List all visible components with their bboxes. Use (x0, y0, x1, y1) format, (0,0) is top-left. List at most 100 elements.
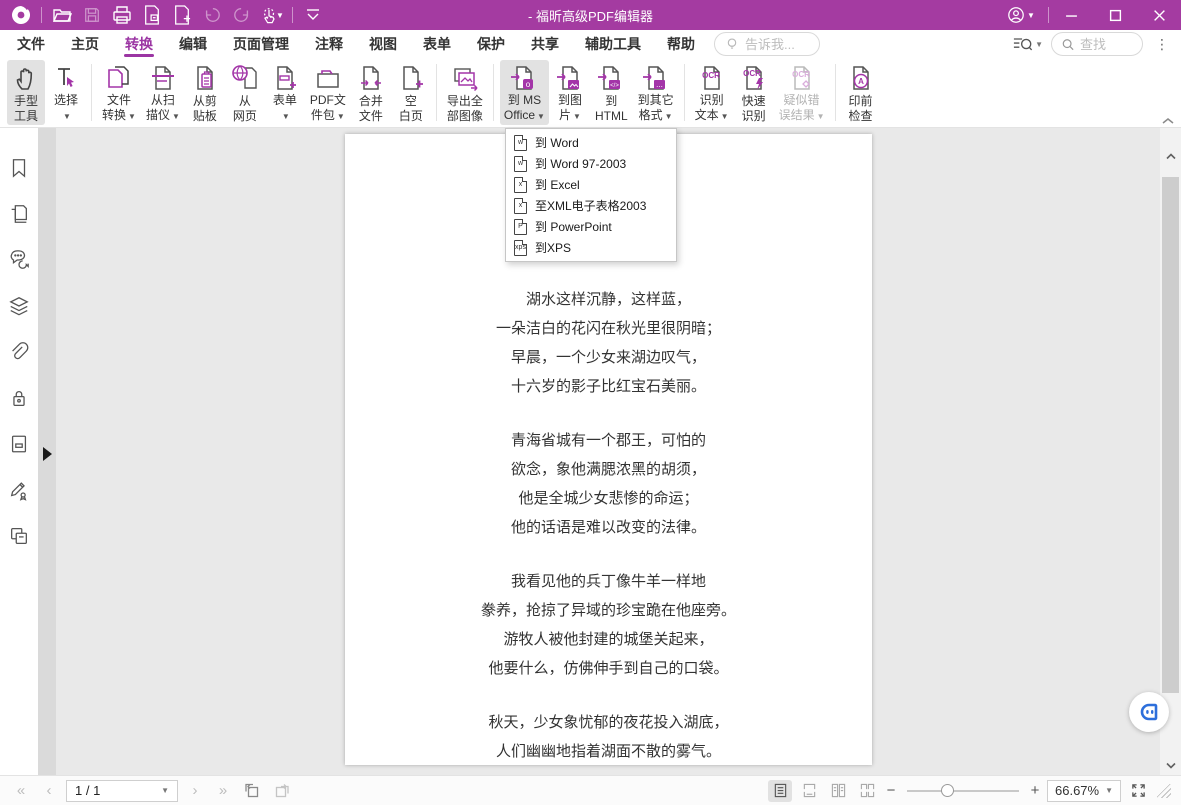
menu-item-到-PowerPoint[interactable]: P 到 PowerPoint (506, 216, 676, 237)
to-ms-office-button[interactable]: o 到 MS Office▼ (500, 60, 549, 125)
vertical-scrollbar[interactable] (1160, 128, 1181, 775)
tab-edit[interactable]: 编辑 (166, 30, 220, 58)
to-image-button[interactable]: 到图 片▼ (551, 60, 589, 125)
find-box[interactable] (1051, 32, 1143, 56)
prev-view-icon[interactable] (240, 780, 264, 802)
document-plus-icon[interactable] (169, 3, 195, 27)
to-other-button[interactable]: ... 到其它 格式▼ (634, 60, 678, 125)
blank-page-button[interactable]: 空 白页 (392, 60, 430, 125)
menu-item-到-Word[interactable]: w 到 Word (506, 132, 676, 153)
tab-view[interactable]: 视图 (356, 30, 410, 58)
collapse-ribbon-icon[interactable] (1159, 114, 1177, 128)
undo-icon[interactable] (199, 3, 225, 27)
first-page-icon[interactable]: « (10, 782, 32, 799)
fit-screen-icon[interactable] (1126, 780, 1150, 802)
account-icon[interactable]: ▼ (994, 0, 1048, 30)
svg-text:o: o (526, 80, 531, 89)
hand-tool-button[interactable]: 手型 工具 (7, 60, 45, 125)
blank-page-icon (397, 62, 425, 94)
toolbar-separator (292, 7, 293, 23)
tab-form[interactable]: 表单 (410, 30, 464, 58)
more-options-icon[interactable]: ⋮ (1151, 36, 1173, 53)
single-page-view-icon[interactable] (768, 780, 792, 802)
from-web-button[interactable]: 从 网页 (226, 60, 264, 125)
page-number-combobox[interactable]: 1 / 1 ▼ (66, 780, 178, 802)
document-minus-icon[interactable] (139, 3, 165, 27)
zoom-slider-handle[interactable] (941, 784, 954, 797)
security-icon[interactable] (7, 386, 31, 410)
pdf-portfolio-button[interactable]: PDF文 件包▼ (306, 60, 350, 125)
tab-organize[interactable]: 页面管理 (220, 30, 302, 58)
tab-home[interactable]: 主页 (58, 30, 112, 58)
svg-text:A: A (858, 77, 864, 86)
ai-assistant-button[interactable] (1129, 692, 1169, 732)
search-options-icon[interactable]: ▼ (1013, 36, 1043, 52)
form-icon (271, 62, 299, 93)
scroll-down-icon[interactable] (1160, 755, 1181, 775)
select-button[interactable]: 选择 ▼ (47, 60, 85, 125)
tab-protect[interactable]: 保护 (464, 30, 518, 58)
page-thumbnails-icon[interactable] (7, 202, 31, 226)
prev-page-icon[interactable]: ‹ (38, 782, 60, 799)
find-input[interactable] (1080, 37, 1132, 52)
tell-me-box[interactable] (714, 32, 820, 56)
resize-grip[interactable] (1157, 784, 1171, 798)
combine-files-button[interactable]: 合并 文件 (352, 60, 390, 125)
zoom-slider[interactable] (907, 790, 1019, 792)
bookmark-icon[interactable] (7, 156, 31, 180)
next-view-icon[interactable] (270, 780, 294, 802)
menu-item-至XML电子表格2003[interactable]: x 至XML电子表格2003 (506, 195, 676, 216)
ocr-text-button[interactable]: OCR 识别 文本▼ (691, 60, 733, 125)
scrollbar-thumb[interactable] (1162, 177, 1179, 693)
menu-item-到-Excel[interactable]: x 到 Excel (506, 174, 676, 195)
word-file-icon: w (514, 135, 527, 151)
menu-item-到XPS[interactable]: xps 到XPS (506, 237, 676, 258)
signature-icon[interactable] (7, 478, 31, 502)
tab-accessibility[interactable]: 辅助工具 (572, 30, 654, 58)
tab-convert[interactable]: 转换 (112, 30, 166, 58)
zoom-level-combobox[interactable]: 66.67% ▼ (1047, 780, 1121, 802)
file-convert-button[interactable]: 文件 转换▼ (98, 60, 140, 125)
menu-item-到-Word-97-2003[interactable]: w 到 Word 97-2003 (506, 153, 676, 174)
scroll-up-icon[interactable] (1160, 146, 1181, 166)
open-folder-icon[interactable] (49, 3, 75, 27)
ocr-quick-button[interactable]: OCR 快速 识别 (735, 60, 773, 125)
tab-file[interactable]: 文件 (4, 30, 58, 58)
tab-help[interactable]: 帮助 (654, 30, 708, 58)
zoom-out-icon[interactable]: − (884, 782, 898, 799)
tab-share[interactable]: 共享 (518, 30, 572, 58)
to-html-button[interactable]: </> 到 HTML (591, 60, 632, 125)
redo-icon[interactable] (229, 3, 255, 27)
file-convert-icon (105, 62, 133, 93)
continuous-view-icon[interactable] (797, 780, 821, 802)
comments-icon[interactable] (7, 248, 31, 272)
last-page-icon[interactable]: » (212, 782, 234, 799)
tell-me-input[interactable] (745, 37, 809, 52)
facing-view-icon[interactable] (826, 780, 850, 802)
destinations-icon[interactable] (7, 524, 31, 548)
form-fields-icon[interactable] (7, 432, 31, 456)
bulb-icon (725, 37, 739, 51)
to-office-icon: o (510, 62, 538, 93)
tab-comment[interactable]: 注释 (302, 30, 356, 58)
touch-mode-icon[interactable]: ▼ (259, 3, 285, 27)
preflight-button[interactable]: A 印前 检查 (842, 60, 880, 125)
maximize-icon[interactable] (1093, 0, 1137, 30)
zoom-in-icon[interactable]: + (1028, 782, 1042, 799)
expand-panel-handle[interactable] (43, 447, 52, 461)
form-btn-button[interactable]: 表单 ▼ (266, 60, 304, 125)
minimize-icon[interactable] (1049, 0, 1093, 30)
poem-stanza: 我看见他的兵丁像牛羊一样地豢养，抢掠了异域的珍宝跪在他座旁。游牧人被他封建的城堡… (345, 568, 872, 684)
quick-access-toolbar: ▼ (0, 3, 326, 27)
layers-icon[interactable] (7, 294, 31, 318)
next-page-icon[interactable]: › (184, 782, 206, 799)
export-all-images-button[interactable]: 导出全 部图像 (443, 60, 487, 125)
customize-toolbar-icon[interactable] (300, 3, 326, 27)
facing-continuous-view-icon[interactable] (855, 780, 879, 802)
save-icon[interactable] (79, 3, 105, 27)
from-clipboard-button[interactable]: 从剪 贴板 (186, 60, 224, 125)
from-scanner-button[interactable]: 从扫 描仪▼ (142, 60, 184, 125)
attachments-icon[interactable] (7, 340, 31, 364)
close-icon[interactable] (1137, 0, 1181, 30)
print-icon[interactable] (109, 3, 135, 27)
